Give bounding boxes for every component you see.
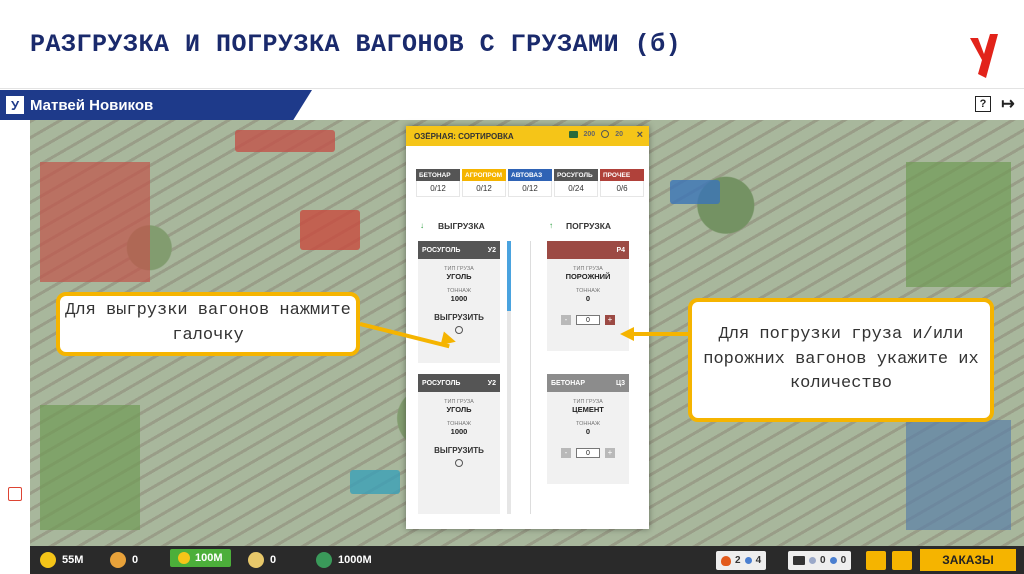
dialog-meta-b: 20 [615, 130, 623, 138]
unload-arrow-icon: ↓ [420, 221, 424, 230]
increase-button[interactable]: + [605, 448, 615, 458]
quantity-stepper: - 0 + [547, 315, 629, 325]
map-train [350, 470, 400, 494]
train-stat[interactable]: 0 0 [788, 551, 852, 570]
load-arrow-icon: ↑ [549, 221, 553, 230]
brand-logo-icon [970, 34, 998, 78]
right-info-panel [906, 420, 1011, 530]
load-card-header: БЕТОНАР Ц3 [547, 374, 629, 392]
unload-hint-callout: Для выгрузки вагонов нажмите галочку [56, 292, 360, 356]
unload-card-header: РОСУГОЛЬ У2 [418, 374, 500, 392]
decrease-button[interactable]: - [561, 315, 571, 325]
unload-scroll-thumb[interactable] [507, 241, 511, 311]
category-tabs: БЕТОНАР 0/12 АГРОПРОМ 0/12 АВТОВАЗ 0/12 … [416, 169, 644, 197]
unload-card-header: РОСУГОЛЬ У2 [418, 241, 500, 259]
quantity-stepper: - 0 + [547, 448, 629, 458]
user-name: Матвей Новиков [30, 96, 154, 114]
coin-icon [40, 552, 56, 568]
station-dialog: ОЗЁРНАЯ: СОРТИРОВКА 200 20 × БЕТОНАР 0/1… [406, 126, 649, 529]
locomotive-icon [793, 556, 805, 565]
load-card-header: Р4 [547, 241, 629, 259]
logout-icon[interactable]: ↦ [1000, 96, 1016, 113]
load-hint-arrowhead [620, 327, 634, 341]
user-logo-icon: У [6, 96, 24, 114]
stats-icon[interactable] [866, 551, 886, 570]
stat-2: 0 [110, 552, 138, 568]
stat-5: 1000М [316, 552, 372, 568]
right-station-panel [906, 162, 1011, 287]
bottom-status-bar: 55М 0 100М 0 1000М 2 4 0 0 ЗАКАЗЫ [30, 546, 1024, 574]
gear-icon [601, 130, 610, 138]
map-button [235, 130, 335, 152]
quantity-input[interactable]: 0 [576, 448, 600, 458]
unload-card: РОСУГОЛЬ У2 ТИП ГРУЗА УГОЛЬ ТОННАЖ 1000 … [418, 241, 500, 363]
category-rosugol[interactable]: РОСУГОЛЬ 0/24 [554, 169, 598, 197]
stat-3[interactable]: 100М [170, 549, 231, 567]
user-badge: У Матвей Новиков [0, 90, 312, 120]
dot-icon [744, 557, 752, 564]
load-hint-callout: Для погрузки груза и/или порожних вагоно… [688, 298, 994, 422]
dialog-meta-a: 200 [583, 130, 596, 138]
category-betonar[interactable]: БЕТОНАР 0/12 [416, 169, 460, 197]
decrease-button[interactable]: - [561, 448, 571, 458]
increase-button[interactable]: + [605, 315, 615, 325]
category-prochee[interactable]: ПРОЧЕЕ 0/6 [600, 169, 644, 197]
coins-stack-icon [248, 552, 264, 568]
load-section-title: ПОГРУЗКА [566, 221, 612, 231]
dialog-title: ОЗЁРНАЯ: СОРТИРОВКА [414, 131, 514, 141]
dot-icon [809, 557, 816, 564]
load-card: Р4 ТИП ГРУЗА ПОРОЖНИЙ ТОННАЖ 0 - 0 + [547, 241, 629, 351]
header-divider [0, 88, 1024, 89]
dialog-header: ОЗЁРНАЯ: СОРТИРОВКА 200 20 × [406, 126, 649, 146]
worker-icon [316, 552, 332, 568]
money-stat: 55М [40, 552, 83, 568]
category-avtovaz[interactable]: АВТОВАЗ 0/12 [508, 169, 552, 197]
map-building [670, 180, 720, 204]
stat-4: 0 [248, 552, 276, 568]
close-icon[interactable]: × [637, 129, 643, 141]
train-icon [568, 130, 578, 138]
unload-checkbox[interactable] [455, 326, 463, 334]
notes-icon[interactable] [892, 551, 912, 570]
left-station-panel [40, 405, 140, 530]
dialog-meta: 200 20 [568, 130, 623, 138]
unload-section-title: ВЫГРУЗКА [438, 221, 485, 231]
fire-stat[interactable]: 2 4 [716, 551, 767, 570]
fire-icon [721, 555, 731, 566]
category-agroprom[interactable]: АГРОПРОМ 0/12 [462, 169, 506, 197]
section-divider [530, 241, 531, 514]
left-menu-panel [40, 162, 150, 282]
help-icon[interactable]: ? [975, 96, 991, 112]
slide-title: РАЗГРУЗКА И ПОГРУЗКА ВАГОНОВ С ГРУЗАМИ (… [30, 30, 682, 59]
quantity-input[interactable]: 0 [576, 315, 600, 325]
side-record-icon[interactable] [8, 487, 22, 501]
user-bar: У Матвей Новиков ? ↦ [0, 90, 1024, 120]
unload-card: РОСУГОЛЬ У2 ТИП ГРУЗА УГОЛЬ ТОННАЖ 1000 … [418, 374, 500, 514]
orders-button[interactable]: ЗАКАЗЫ [920, 549, 1016, 571]
unload-checkbox[interactable] [455, 459, 463, 467]
load-card: БЕТОНАР Ц3 ТИП ГРУЗА ЦЕМЕНТ ТОННАЖ 0 - 0… [547, 374, 629, 484]
map-building [300, 210, 360, 250]
dot-icon [829, 557, 837, 564]
coin-icon [178, 552, 190, 564]
load-hint-arrow [632, 332, 688, 336]
hand-icon [110, 552, 126, 568]
